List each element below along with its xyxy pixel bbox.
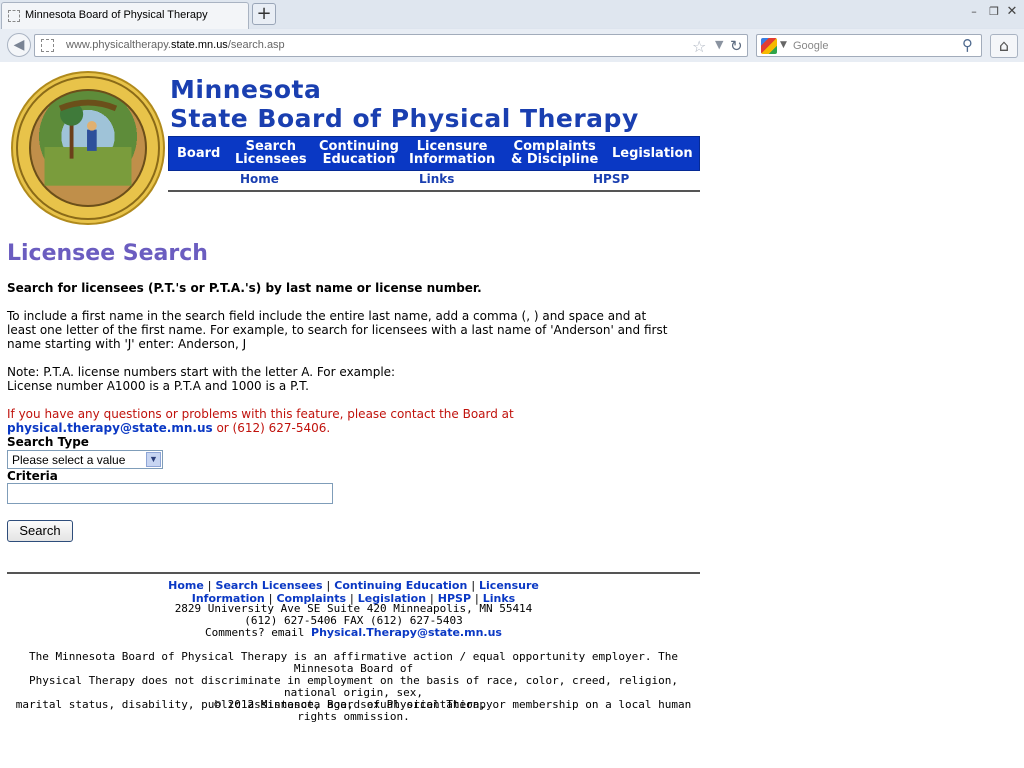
note-line: License number A1000 is a P.T.A and 1000… <box>7 379 309 393</box>
browser-chrome: Minnesota Board of Physical Therapy + – … <box>0 0 1024 62</box>
instructions-line: least one letter of the first name. For … <box>7 323 668 337</box>
copyright: © 2012 Minnesota Board of Physical Thera… <box>214 698 493 711</box>
footer-separator: | <box>326 579 331 592</box>
chevron-down-icon[interactable]: ▼ <box>146 452 161 467</box>
footer-separator: | <box>471 579 476 592</box>
site-title-state[interactable]: Minnesota <box>170 75 321 104</box>
nav-legislation-label: Legislation <box>612 146 693 161</box>
site-identity-icon[interactable] <box>41 39 54 52</box>
bookmark-star-icon[interactable]: ☆ <box>692 37 706 56</box>
nav-search-licensees[interactable]: Search Licensees <box>235 140 307 166</box>
nav-continuing-education-line2: Education <box>322 152 396 167</box>
site-title-board[interactable]: State Board of Physical Therapy <box>170 104 639 133</box>
contact-email-link[interactable]: physical.therapy@state.mn.us <box>7 421 213 435</box>
url-path: /search.asp <box>227 39 285 51</box>
footer-link-continuing-education[interactable]: Continuing Education <box>334 579 467 592</box>
nav-licensure-information[interactable]: Licensure Information <box>409 140 495 166</box>
search-placeholder: Google <box>793 40 829 52</box>
footer-separator: | <box>207 579 212 592</box>
criteria-label: Criteria <box>7 469 58 483</box>
reload-icon[interactable]: ↻ <box>730 37 743 55</box>
restore-button[interactable]: ❐ <box>985 4 1003 20</box>
subnav-links[interactable]: Links <box>419 172 454 186</box>
nav-search-licensees-line2: Licensees <box>235 152 307 167</box>
web-page: Minnesota State Board of Physical Therap… <box>0 63 1024 768</box>
footer-link-home[interactable]: Home <box>168 579 204 592</box>
browser-tab[interactable]: Minnesota Board of Physical Therapy <box>1 2 249 29</box>
footer-divider <box>7 572 700 574</box>
instructions-line: name starting with 'J' enter: Anderson, … <box>7 337 247 351</box>
back-button[interactable]: ◀ <box>7 33 31 57</box>
criteria-input[interactable] <box>7 483 333 504</box>
url-text[interactable]: www.physicaltherapy.state.mn.us/search.a… <box>66 39 285 51</box>
history-dropdown-icon[interactable]: ▼ <box>715 38 723 51</box>
eeo-line: The Minnesota Board of Physical Therapy … <box>28 650 678 675</box>
state-seal-logo[interactable] <box>11 71 165 225</box>
subnav-home[interactable]: Home <box>240 172 279 186</box>
new-tab-button[interactable]: + <box>252 3 276 25</box>
contact-line: If you have any questions or problems wi… <box>7 407 514 421</box>
nav-board[interactable]: Board <box>177 147 220 160</box>
back-arrow-icon: ◀ <box>13 37 25 53</box>
search-engine-dropdown-icon[interactable]: ▼ <box>780 40 787 50</box>
search-type-select[interactable]: Please select a value ▼ <box>7 450 163 469</box>
search-type-label: Search Type <box>7 435 89 449</box>
tab-strip: Minnesota Board of Physical Therapy + – … <box>0 0 1024 29</box>
search-button[interactable]: Search <box>7 520 73 542</box>
address-bar[interactable]: www.physicaltherapy.state.mn.us/search.a… <box>34 34 748 57</box>
close-window-button[interactable]: ✕ <box>1003 4 1021 20</box>
instructions-line: To include a first name in the search fi… <box>7 309 647 323</box>
pta-note: Note: P.T.A. license numbers start with … <box>7 365 707 393</box>
footer-link-search-licensees[interactable]: Search Licensees <box>216 579 323 592</box>
page-favicon-icon <box>8 10 20 22</box>
url-domain: state.mn.us <box>170 39 228 51</box>
tab-title: Minnesota Board of Physical Therapy <box>25 9 208 21</box>
search-type-value: Please select a value <box>12 453 126 467</box>
web-search-bar[interactable]: ▼ Google ⚲ <box>756 34 982 57</box>
nav-board-label: Board <box>177 146 221 161</box>
home-button[interactable]: ⌂ <box>990 34 1018 58</box>
contact-phone: or (612) 627-5406. <box>212 421 331 435</box>
minimize-button[interactable]: – <box>965 4 983 20</box>
first-name-instructions: To include a first name in the search fi… <box>7 309 707 351</box>
nav-legislation[interactable]: Legislation <box>612 147 693 160</box>
farmer-scene-icon <box>44 99 132 186</box>
url-prefix: www.physicaltherapy. <box>66 39 171 51</box>
footer-email-link[interactable]: Physical.Therapy@state.mn.us <box>311 626 502 639</box>
nav-continuing-education[interactable]: Continuing Education <box>319 140 399 166</box>
note-line: Note: P.T.A. license numbers start with … <box>7 365 396 379</box>
intro-text: Search for licensees (P.T.'s or P.T.A.'s… <box>7 281 482 295</box>
seal-scene <box>29 89 147 207</box>
footer-address-block: 2829 University Ave SE Suite 420 Minneap… <box>7 603 700 639</box>
nav-licensure-information-line2: Information <box>409 152 496 167</box>
home-icon: ⌂ <box>998 36 1010 55</box>
browser-navbar: ◀ www.physicaltherapy.state.mn.us/search… <box>0 29 1024 62</box>
footer-comments-label: Comments? email <box>205 626 312 639</box>
search-icon[interactable]: ⚲ <box>962 36 973 54</box>
nav-complaints-discipline[interactable]: Complaints & Discipline <box>511 140 598 166</box>
eeo-statement: The Minnesota Board of Physical Therapy … <box>7 651 700 723</box>
page-title: Licensee Search <box>7 241 208 266</box>
contact-notice: If you have any questions or problems wi… <box>7 407 707 435</box>
header-divider <box>168 190 700 192</box>
main-navigation: Board Search Licensees Continuing Educat… <box>168 136 700 171</box>
eeo-line: Physical Therapy does not discriminate i… <box>28 674 678 699</box>
search-engine-icon[interactable] <box>761 38 777 54</box>
nav-complaints-discipline-line2: & Discipline <box>511 152 599 167</box>
subnav-hpsp[interactable]: HPSP <box>593 172 629 186</box>
